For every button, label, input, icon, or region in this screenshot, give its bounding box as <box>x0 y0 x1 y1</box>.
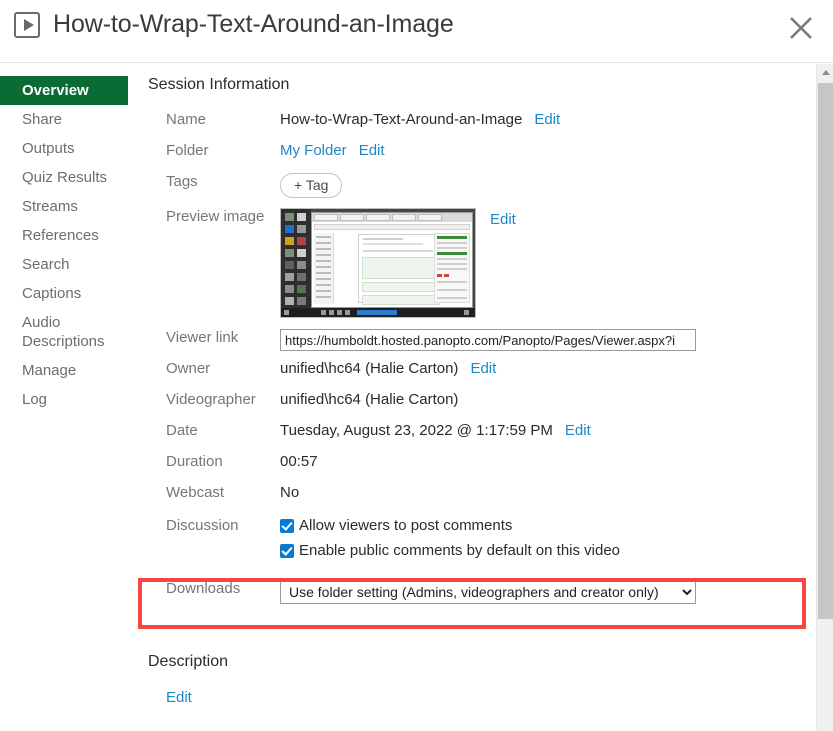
scrollbar-thumb[interactable] <box>818 83 833 619</box>
sidebar-item-log[interactable]: Log <box>0 385 130 414</box>
row-label-duration: Duration <box>166 453 223 470</box>
sidebar-item-share[interactable]: Share <box>0 105 130 134</box>
edit-date-link[interactable]: Edit <box>565 422 591 439</box>
page-title: How-to-Wrap-Text-Around-an-Image <box>53 10 454 38</box>
row-label-date: Date <box>166 422 198 439</box>
row-value-viewer-link <box>280 326 696 351</box>
sidebar-item-label: Overview <box>22 82 89 99</box>
sidebar-item-label: Log <box>22 391 48 408</box>
sidebar-item-label: Quiz Results <box>22 169 108 186</box>
row-label-folder: Folder <box>166 142 209 159</box>
sidebar-item-outputs[interactable]: Outputs <box>0 134 130 163</box>
row-value-preview-image: Edit <box>280 205 516 318</box>
row-value-discussion: Allow viewers to post comments Enable pu… <box>280 514 620 567</box>
session-settings-dialog: How-to-Wrap-Text-Around-an-Image Overvie… <box>0 0 833 731</box>
sidebar-item-audio-descriptions[interactable]: Audio Descriptions <box>0 308 110 356</box>
description-title: Description <box>148 653 229 670</box>
row-label-discussion: Discussion <box>166 517 239 534</box>
edit-folder-link[interactable]: Edit <box>359 142 385 159</box>
sidebar-item-label: Manage <box>22 362 77 379</box>
row-preview-image: Preview image Edit <box>148 205 808 318</box>
sidebar-item-streams[interactable]: Streams <box>0 192 130 221</box>
sidebar-item-manage[interactable]: Manage <box>0 356 130 385</box>
row-webcast: Webcast No <box>148 481 808 512</box>
allow-comments-checkbox[interactable] <box>280 518 294 533</box>
dialog-header: How-to-Wrap-Text-Around-an-Image <box>0 0 833 63</box>
allow-comments-row: Allow viewers to post comments <box>280 517 620 534</box>
row-owner: Owner unified\hc64 (Halie Carton) Edit <box>148 357 808 388</box>
row-videographer: Videographer unified\hc64 (Halie Carton) <box>148 388 808 419</box>
sidebar-item-label: Audio Descriptions <box>22 314 105 350</box>
sidebar-item-label: Captions <box>22 285 82 302</box>
sidebar-item-label: References <box>22 227 99 244</box>
sidebar-item-label: Share <box>22 111 63 128</box>
close-icon[interactable] <box>783 10 819 46</box>
edit-owner-link[interactable]: Edit <box>470 360 496 377</box>
preview-thumbnail <box>280 208 476 318</box>
public-comments-row: Enable public comments by default on thi… <box>280 542 620 559</box>
row-discussion: Discussion Allow viewers to post comment… <box>148 514 808 567</box>
sidebar-item-captions[interactable]: Captions <box>0 279 130 308</box>
row-label-videographer: Videographer <box>166 391 256 408</box>
row-value-name: How-to-Wrap-Text-Around-an-Image Edit <box>280 108 560 128</box>
folder-link[interactable]: My Folder <box>280 142 347 159</box>
row-value-downloads: Use folder setting (Admins, videographer… <box>280 577 696 604</box>
row-label-preview-image: Preview image <box>166 208 265 225</box>
date-value: Tuesday, August 23, 2022 @ 1:17:59 PM <box>280 422 553 439</box>
row-label-viewer-link: Viewer link <box>166 329 239 346</box>
row-viewer-link: Viewer link <box>148 326 808 357</box>
row-label-downloads: Downloads <box>166 580 241 597</box>
sidebar-item-label: Search <box>22 256 70 273</box>
description-section: Description Edit <box>148 653 228 706</box>
row-label-owner: Owner <box>166 360 211 377</box>
allow-comments-label: Allow viewers to post comments <box>299 517 513 534</box>
name-value: How-to-Wrap-Text-Around-an-Image <box>280 111 523 128</box>
downloads-select[interactable]: Use folder setting (Admins, videographer… <box>280 580 696 604</box>
play-icon <box>14 11 40 38</box>
row-label-tags: Tags <box>166 173 198 190</box>
duration-value: 00:57 <box>280 453 318 470</box>
section-title: Session Information <box>148 76 290 93</box>
sidebar-item-label: Streams <box>22 198 78 215</box>
sidebar-item-label: Outputs <box>22 140 75 157</box>
sidebar-item-references[interactable]: References <box>0 221 130 250</box>
viewer-link-input[interactable] <box>280 329 696 351</box>
row-folder: Folder My Folder Edit <box>148 139 808 170</box>
scroll-up-arrow-icon[interactable] <box>817 64 833 81</box>
row-name: Name How-to-Wrap-Text-Around-an-Image Ed… <box>148 108 808 139</box>
sidebar-item-quiz-results[interactable]: Quiz Results <box>0 163 130 192</box>
row-value-owner: unified\hc64 (Halie Carton) Edit <box>280 357 496 377</box>
public-comments-checkbox[interactable] <box>280 543 294 558</box>
sidebar-item-overview[interactable]: Overview <box>0 76 128 105</box>
owner-value: unified\hc64 (Halie Carton) <box>280 360 459 377</box>
edit-name-link[interactable]: Edit <box>534 111 560 128</box>
row-label-name: Name <box>166 111 207 128</box>
row-date: Date Tuesday, August 23, 2022 @ 1:17:59 … <box>148 419 808 450</box>
row-label-webcast: Webcast <box>166 484 225 501</box>
webcast-value: No <box>280 484 300 501</box>
videographer-value: unified\hc64 (Halie Carton) <box>280 391 459 408</box>
session-information-panel: Session Information Name How-to-Wrap-Tex… <box>148 76 808 608</box>
row-duration: Duration 00:57 <box>148 450 808 481</box>
add-tag-button[interactable]: + Tag <box>280 173 343 198</box>
header-title-group: How-to-Wrap-Text-Around-an-Image <box>14 10 454 39</box>
row-value-tags: + Tag <box>280 170 343 198</box>
row-downloads: Downloads Use folder setting (Admins, vi… <box>148 577 808 608</box>
row-value-folder: My Folder Edit <box>280 139 385 159</box>
row-value-videographer: unified\hc64 (Halie Carton) <box>280 388 470 408</box>
public-comments-label: Enable public comments by default on thi… <box>299 542 621 559</box>
row-tags: Tags + Tag <box>148 170 808 201</box>
edit-description-link[interactable]: Edit <box>166 689 228 706</box>
row-value-duration: 00:57 <box>280 450 330 470</box>
row-value-webcast: No <box>280 481 311 501</box>
row-value-date: Tuesday, August 23, 2022 @ 1:17:59 PM Ed… <box>280 419 591 439</box>
sidebar: Overview Share Outputs Quiz Results Stre… <box>0 76 130 414</box>
vertical-scrollbar[interactable] <box>816 64 833 731</box>
edit-preview-image-link[interactable]: Edit <box>490 208 516 228</box>
sidebar-item-search[interactable]: Search <box>0 250 130 279</box>
